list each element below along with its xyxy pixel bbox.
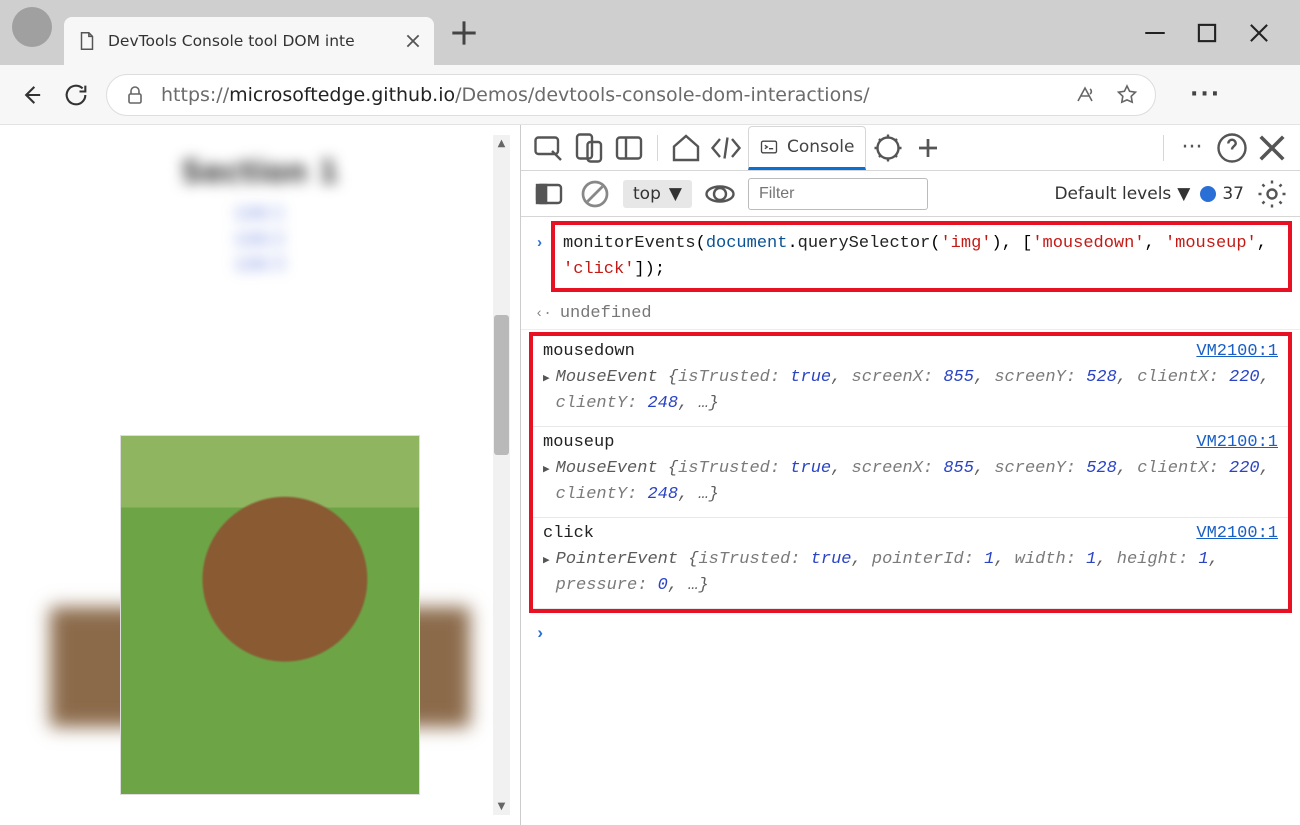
page-scrollbar[interactable]: ▲ ▼ [493, 135, 510, 815]
event-name: click [543, 524, 594, 543]
event-source-link[interactable]: VM2100:1 [1196, 433, 1278, 452]
console-events-highlight: mousedown VM2100:1 ▶ MouseEvent {isTrust… [529, 332, 1292, 613]
welcome-tab-icon[interactable] [668, 130, 704, 166]
console-input-highlight: monitorEvents(document.querySelector('im… [551, 221, 1292, 292]
lock-icon [123, 83, 147, 107]
expand-triangle-icon[interactable]: ▶ [543, 553, 550, 570]
expand-triangle-icon[interactable]: ▶ [543, 462, 550, 479]
elements-tab-icon[interactable] [708, 130, 744, 166]
console-event-row: click VM2100:1 ▶ PointerEvent {isTrusted… [533, 518, 1288, 609]
scroll-up-icon[interactable]: ▲ [495, 137, 508, 150]
console-prompt[interactable]: › [521, 615, 1300, 654]
console-input-code: monitorEvents(document.querySelector('im… [563, 234, 1267, 279]
scroll-down-icon[interactable]: ▼ [495, 800, 508, 813]
event-preview[interactable]: MouseEvent {isTrusted: true, screenX: 85… [556, 365, 1278, 416]
issues-count: 37 [1222, 184, 1244, 204]
help-icon[interactable] [1214, 130, 1250, 166]
live-expression-icon[interactable] [702, 176, 738, 212]
clear-console-icon[interactable] [577, 176, 613, 212]
tab-title: DevTools Console tool DOM inte [108, 32, 394, 50]
console-tab[interactable]: Console [748, 126, 866, 170]
document-icon [76, 30, 98, 52]
favorite-icon[interactable] [1115, 83, 1139, 107]
console-output: › monitorEvents(document.querySelector('… [521, 217, 1300, 825]
minimize-button[interactable] [1142, 20, 1168, 46]
console-settings-icon[interactable] [1254, 176, 1290, 212]
browser-tab[interactable]: DevTools Console tool DOM inte [64, 17, 434, 65]
page-heading: Section 1 [50, 155, 470, 190]
event-preview[interactable]: MouseEvent {isTrusted: true, screenX: 85… [556, 456, 1278, 507]
maximize-button[interactable] [1194, 20, 1220, 46]
toggle-sidebar-icon[interactable] [531, 176, 567, 212]
inspect-element-icon[interactable] [531, 130, 567, 166]
address-bar[interactable]: https://microsoftedge.github.io/Demos/de… [106, 74, 1156, 116]
devtools-tabbar: Console ··· [521, 125, 1300, 171]
context-label: top [633, 184, 661, 204]
window-controls [1142, 20, 1300, 46]
issues-counter[interactable]: 37 [1200, 184, 1244, 204]
read-aloud-icon[interactable] [1073, 83, 1097, 107]
event-source-link[interactable]: VM2100:1 [1196, 524, 1278, 543]
page-viewport: Section 1 Link 1 Link 2 Link 3 ▲ ▼ [0, 125, 520, 825]
console-tab-label: Console [787, 137, 855, 157]
event-name: mousedown [543, 342, 635, 361]
new-tab-button[interactable] [444, 13, 484, 53]
device-toolbar-icon[interactable] [571, 130, 607, 166]
url-text: https://microsoftedge.github.io/Demos/de… [161, 84, 1059, 106]
scroll-thumb[interactable] [494, 315, 509, 455]
profile-avatar[interactable] [12, 7, 52, 47]
devtools-menu-button[interactable]: ··· [1174, 130, 1210, 166]
event-preview[interactable]: PointerEvent {isTrusted: true, pointerId… [556, 547, 1278, 598]
console-event-row: mouseup VM2100:1 ▶ MouseEvent {isTrusted… [533, 427, 1288, 518]
devtools-panel: Console ··· top ▼ Default levels ▼ [520, 125, 1300, 825]
prompt-caret-icon: › [535, 235, 544, 252]
browser-toolbar: https://microsoftedge.github.io/Demos/de… [0, 65, 1300, 125]
close-tab-button[interactable] [404, 32, 422, 50]
close-devtools-button[interactable] [1254, 130, 1290, 166]
return-arrow-icon: ‹· [535, 306, 552, 322]
chevron-down-icon: ▼ [1177, 184, 1190, 204]
chevron-down-icon: ▼ [669, 184, 682, 204]
close-window-button[interactable] [1246, 20, 1272, 46]
console-event-row: mousedown VM2100:1 ▶ MouseEvent {isTrust… [533, 336, 1288, 427]
issues-tab-icon[interactable] [870, 130, 906, 166]
browser-menu-button[interactable]: ··· [1184, 82, 1227, 107]
browser-tab-strip: DevTools Console tool DOM inte [0, 0, 1300, 65]
page-image[interactable] [120, 435, 420, 795]
dock-side-icon[interactable] [611, 130, 647, 166]
console-return-row: ‹· undefined [521, 298, 1300, 330]
back-button[interactable] [18, 81, 46, 109]
event-name: mouseup [543, 433, 614, 452]
page-links: Link 1 Link 2 Link 3 [50, 200, 470, 277]
expand-triangle-icon[interactable]: ▶ [543, 371, 550, 388]
issue-dot-icon [1200, 186, 1216, 202]
filter-input[interactable] [748, 178, 928, 210]
more-tabs-button[interactable] [910, 130, 946, 166]
context-selector[interactable]: top ▼ [623, 180, 692, 208]
log-levels-label: Default levels [1054, 184, 1171, 204]
event-source-link[interactable]: VM2100:1 [1196, 342, 1278, 361]
refresh-button[interactable] [62, 81, 90, 109]
log-levels-selector[interactable]: Default levels ▼ [1054, 184, 1190, 204]
return-value: undefined [560, 304, 652, 323]
console-toolbar: top ▼ Default levels ▼ 37 [521, 171, 1300, 217]
